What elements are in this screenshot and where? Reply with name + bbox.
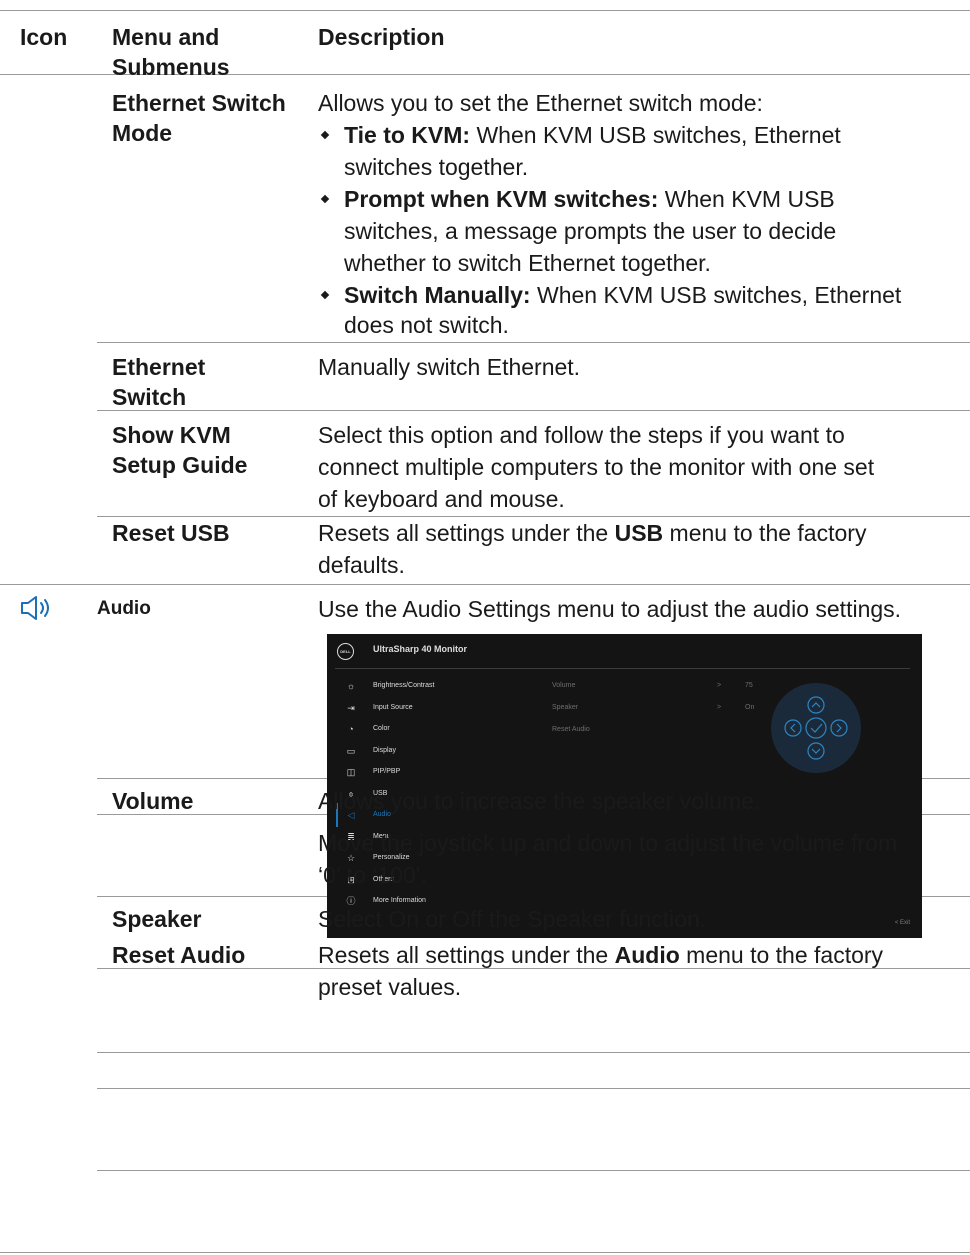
osd-submenu-value: On xyxy=(745,704,755,711)
bullet-continuation: switches, a message prompts the user to … xyxy=(344,218,837,244)
bullet-marker xyxy=(320,194,330,204)
dell-logo: DELL xyxy=(337,643,354,660)
osd-menu-item-label: Display xyxy=(373,746,396,754)
volume-desc: ‘0’ to ‘100’. xyxy=(318,862,428,888)
bullet-text: When KVM USB switches, Ethernet xyxy=(530,282,902,308)
bullet-term: Prompt when KVM switches: xyxy=(344,186,659,212)
ethernet-switch-mode-intro: Allows you to set the Ethernet switch mo… xyxy=(318,90,763,116)
osd-divider xyxy=(335,668,910,669)
bullet-term: Switch Manually: xyxy=(344,282,531,308)
bullet-continuation: whether to switch Ethernet together. xyxy=(344,250,711,276)
menu-ethernet-switch: Ethernet Switch xyxy=(112,354,206,410)
reset-usb-desc-text: menu to the factory xyxy=(663,520,867,546)
audio-desc: Use the Audio Settings menu to adjust th… xyxy=(318,596,902,622)
osd-submenu-arrow: > xyxy=(717,704,722,711)
speaker-desc: Select On or Off the Speaker function. xyxy=(318,906,707,932)
osd-menu-item-label: Input Source xyxy=(373,703,413,711)
bullet-continuation: does not switch. xyxy=(344,312,509,338)
input-source-icon: ⇥ xyxy=(347,702,355,713)
submenu-label: Reset Audio xyxy=(552,726,590,733)
reset-audio-desc: Resets all settings under the Audio menu… xyxy=(318,940,883,970)
reset-audio-desc-text: Resets all settings under the xyxy=(318,942,615,968)
display-icon: ▭ xyxy=(346,745,356,756)
section-rule xyxy=(0,584,970,585)
menu-reset-audio: Reset Audio xyxy=(112,942,246,968)
row-rule xyxy=(97,1088,970,1089)
menu-audio: Audio xyxy=(97,598,151,619)
submenu-label: Volume xyxy=(552,682,576,689)
osd-submenu-arrow: > xyxy=(717,682,722,689)
bullet-continuation: switches together. xyxy=(344,154,529,180)
table-bottom-rule xyxy=(0,1252,970,1253)
ethernet-switch-desc: Manually switch Ethernet. xyxy=(318,354,581,380)
osd-submenu-speaker[interactable]: Speaker xyxy=(552,704,578,711)
osd-menu-item-label: Color xyxy=(373,725,390,732)
reset-usb-desc-text: Resets all settings under the xyxy=(318,520,615,546)
osd-submenu-reset-audio[interactable]: Reset Audio xyxy=(552,726,590,733)
bullet-text: When KVM USB switches, Ethernet xyxy=(470,122,841,148)
bullet-term: Tie to KVM: xyxy=(344,122,471,148)
row-rule xyxy=(97,1052,970,1053)
pip-pbp-icon: ◫ xyxy=(346,767,356,777)
row-rule xyxy=(97,342,970,343)
reset-usb-desc: Resets all settings under the USB menu t… xyxy=(318,518,866,548)
bullet-marker xyxy=(320,130,330,140)
osd-title: UltraSharp 40 Monitor xyxy=(373,644,468,654)
bullet-text: When KVM USB xyxy=(658,186,835,212)
joystick-ok-icon xyxy=(805,717,827,739)
reset-usb-desc-bold: USB xyxy=(614,520,664,546)
menu-show-kvm-setup-guide: Show KVM Setup Guide xyxy=(112,422,248,478)
joystick-down-icon xyxy=(807,742,825,760)
menu-reset-usb: Reset USB xyxy=(112,520,230,546)
table-top-rule xyxy=(0,10,970,11)
header-description: Description xyxy=(318,24,445,50)
show-kvm-desc: Select this option and follow the steps … xyxy=(318,422,845,448)
bullet-marker xyxy=(320,290,330,300)
menu-speaker: Speaker xyxy=(112,906,202,932)
header-menu: Menu and Submenus xyxy=(112,24,230,80)
osd-exit-button[interactable]: < Exit xyxy=(895,920,910,926)
joystick-up-icon xyxy=(807,696,825,714)
show-kvm-desc: of keyboard and mouse. xyxy=(318,486,565,512)
joystick-diagram xyxy=(771,683,861,773)
row-rule xyxy=(97,516,970,517)
row-rule xyxy=(97,1170,970,1171)
reset-audio-desc: preset values. xyxy=(318,974,462,1000)
volume-desc: Allows you to increase the speaker volum… xyxy=(318,788,761,814)
reset-audio-desc-bold: Audio xyxy=(614,942,680,968)
brightness-icon: ☼ xyxy=(346,681,356,691)
osd-submenu-value: 75 xyxy=(745,682,753,689)
menu-volume: Volume xyxy=(112,788,194,814)
osd-menu-item-label: PIP/PBP xyxy=(373,768,401,775)
color-icon: ◔ xyxy=(348,724,354,734)
volume-desc: Move the joystick up and down to adjust … xyxy=(318,830,898,856)
joystick-right-icon xyxy=(830,719,848,737)
header-icon: Icon xyxy=(20,24,68,50)
reset-audio-desc-text: menu to the factory xyxy=(679,942,884,968)
submenu-label: Speaker xyxy=(552,704,579,711)
show-kvm-desc: connect multiple computers to the monito… xyxy=(318,454,875,480)
reset-usb-desc: defaults. xyxy=(318,552,405,578)
speaker-icon xyxy=(20,594,54,622)
osd-menu-item-label: Brightness/Contrast xyxy=(373,682,435,689)
menu-ethernet-switch-mode: Ethernet Switch Mode xyxy=(112,90,286,146)
osd-submenu-volume[interactable]: Volume xyxy=(552,682,575,689)
joystick-left-icon xyxy=(784,719,802,737)
